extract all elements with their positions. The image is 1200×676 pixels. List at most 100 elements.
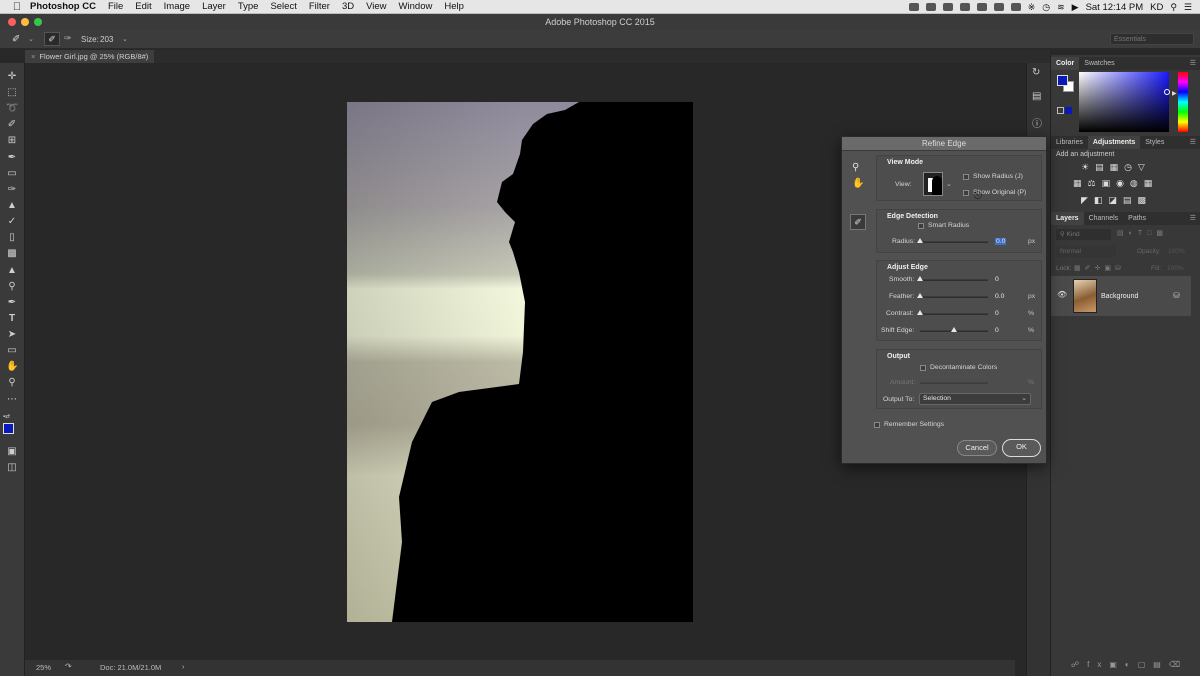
tab-paths[interactable]: Paths xyxy=(1123,212,1151,225)
blur-tool-icon[interactable]: ▲ xyxy=(6,265,18,277)
show-radius-checkbox[interactable] xyxy=(963,174,969,180)
status-icon-1[interactable] xyxy=(908,3,919,11)
notifications-icon[interactable]: ☰ xyxy=(1184,2,1192,13)
volume-icon[interactable]: ▶ xyxy=(1072,2,1079,13)
shift-edge-slider[interactable] xyxy=(920,327,988,332)
window-close-button[interactable] xyxy=(8,18,16,26)
move-tool-icon[interactable]: ✛ xyxy=(6,71,18,83)
view-mode-dropdown-icon[interactable]: ⌄ xyxy=(946,180,952,188)
pen-tool-icon[interactable]: ✒ xyxy=(6,297,18,309)
tab-layers[interactable]: Layers xyxy=(1051,212,1084,225)
web-safe-warning-icon[interactable] xyxy=(1057,107,1064,114)
panel-menu-icon[interactable]: ☰ xyxy=(1185,57,1200,70)
foreground-color-swatch[interactable] xyxy=(3,423,14,434)
apple-menu-icon[interactable]:  xyxy=(12,1,22,13)
spotlight-icon[interactable]: ⚲ xyxy=(1170,2,1177,13)
wifi-icon[interactable]: ≋ xyxy=(1057,2,1065,13)
zoom-tool-icon[interactable]: ⚲ xyxy=(852,162,859,173)
size-value[interactable]: 203 xyxy=(100,35,113,44)
dodge-tool-icon[interactable]: ⚲ xyxy=(6,281,18,293)
opacity-value[interactable]: 100% xyxy=(1168,248,1185,255)
menu-filter[interactable]: Filter xyxy=(309,1,330,12)
screen-mode-icon[interactable]: ◫ xyxy=(6,462,18,474)
layer-visibility-eye-icon[interactable]: 👁 xyxy=(1057,290,1067,299)
menu-type[interactable]: Type xyxy=(238,1,259,12)
tab-adjustments[interactable]: Adjustments xyxy=(1087,136,1141,149)
contrast-slider-thumb[interactable] xyxy=(917,310,923,315)
amount-slider[interactable] xyxy=(920,382,988,384)
panel-menu-icon[interactable]: ☰ xyxy=(1185,136,1200,149)
menu-window[interactable]: Window xyxy=(399,1,433,12)
view-mode-preview[interactable] xyxy=(923,172,943,196)
tab-libraries[interactable]: Libraries xyxy=(1051,136,1088,149)
type-tool-icon[interactable]: T xyxy=(6,313,18,325)
eyedropper-tool-icon[interactable]: ✒ xyxy=(6,152,18,164)
document-tab[interactable]: × Flower Girl.jpg @ 25% (RGB/8#) xyxy=(25,50,155,63)
clone-stamp-tool-icon[interactable]: ▲ xyxy=(6,200,18,212)
menubar-user[interactable]: KD xyxy=(1150,2,1163,13)
menu-file[interactable]: File xyxy=(108,1,123,12)
time-machine-icon[interactable]: ◷ xyxy=(1042,2,1050,13)
gamut-color-chip[interactable] xyxy=(1065,107,1072,114)
properties-panel-icon[interactable]: ▤ xyxy=(1032,91,1041,102)
crop-tool-icon[interactable]: ⊞ xyxy=(6,135,18,147)
menu-help[interactable]: Help xyxy=(444,1,464,12)
zoom-tool-icon[interactable]: ⚲ xyxy=(6,377,18,389)
layer-row-background[interactable]: 👁 Background ⛁ xyxy=(1051,276,1191,316)
radius-slider[interactable] xyxy=(917,238,988,243)
status-icon-3[interactable] xyxy=(942,3,953,11)
status-icon-4[interactable] xyxy=(959,3,970,11)
radius-slider-thumb[interactable] xyxy=(917,238,923,243)
feather-slider[interactable] xyxy=(917,293,988,298)
status-menu-arrow-icon[interactable]: › xyxy=(182,660,185,674)
show-original-checkbox[interactable] xyxy=(963,190,969,196)
brush-preset-icon[interactable]: ✐ xyxy=(12,34,20,45)
quick-selection-tool-icon[interactable]: ✐ xyxy=(6,119,18,131)
lasso-tool-icon[interactable]: ➰ xyxy=(6,103,18,115)
status-icon-5[interactable] xyxy=(976,3,987,11)
remember-settings-checkbox[interactable] xyxy=(874,422,880,428)
smooth-slider-thumb[interactable] xyxy=(917,276,923,281)
menubar-clock[interactable]: Sat 12:14 PM xyxy=(1086,2,1144,13)
color-fg-swatch[interactable] xyxy=(1057,75,1068,86)
doc-size-info[interactable]: Doc: 21.0M/21.0M xyxy=(100,661,161,675)
status-icon-6[interactable] xyxy=(993,3,1004,11)
history-panel-icon[interactable]: ↻ xyxy=(1032,67,1040,78)
document-image[interactable] xyxy=(347,102,693,622)
panel-menu-icon[interactable]: ☰ xyxy=(1185,212,1200,225)
color-picker-ring[interactable] xyxy=(1164,89,1170,95)
zoom-level[interactable]: 25% xyxy=(36,661,51,675)
adjustment-icons-row-2[interactable]: ▦⚖▣◉◍▦ xyxy=(1073,178,1158,189)
decontaminate-colors-checkbox[interactable] xyxy=(920,365,926,371)
cancel-button[interactable]: Cancel xyxy=(957,440,997,456)
lock-icons[interactable]: ▦✐✛▣⛁ xyxy=(1074,264,1125,272)
hand-tool-icon[interactable]: ✋ xyxy=(852,178,864,189)
history-brush-tool-icon[interactable]: ✓ xyxy=(6,216,18,228)
contrast-slider[interactable] xyxy=(917,310,988,315)
hue-marker-icon[interactable]: ▶ xyxy=(1172,90,1177,97)
tab-swatches[interactable]: Swatches xyxy=(1079,57,1119,70)
marquee-tool-icon[interactable]: ⬚ xyxy=(6,87,18,99)
blend-mode-select[interactable]: Normal xyxy=(1056,246,1116,257)
default-colors-icon[interactable]: ▪⇄ xyxy=(3,413,10,420)
menu-3d[interactable]: 3D xyxy=(342,1,354,12)
gradient-tool-icon[interactable]: ▩ xyxy=(6,248,18,260)
hue-slider[interactable] xyxy=(1178,72,1188,132)
healing-brush-tool-icon[interactable]: ▭ xyxy=(6,168,18,180)
menu-photoshop[interactable]: Photoshop CC xyxy=(30,1,96,12)
refine-radius-tool-icon[interactable]: ✐ xyxy=(850,214,866,230)
feather-value[interactable]: 0.0 xyxy=(995,293,1004,300)
smooth-value[interactable]: 0 xyxy=(995,276,999,283)
size-dropdown-icon[interactable]: ⌄ xyxy=(122,35,128,43)
close-tab-icon[interactable]: × xyxy=(31,52,35,61)
color-field[interactable] xyxy=(1079,72,1170,132)
tab-color[interactable]: Color xyxy=(1051,57,1080,70)
layer-filter-icons[interactable]: ▤◐T□▩ xyxy=(1117,229,1168,237)
menu-layer[interactable]: Layer xyxy=(202,1,226,12)
feather-slider-thumb[interactable] xyxy=(917,293,923,298)
menu-select[interactable]: Select xyxy=(270,1,296,12)
smart-radius-checkbox[interactable] xyxy=(918,223,924,229)
layer-name[interactable]: Background xyxy=(1101,293,1138,300)
path-selection-tool-icon[interactable]: ➤ xyxy=(6,329,18,341)
radius-value-input[interactable]: 0.0 xyxy=(995,238,1007,245)
